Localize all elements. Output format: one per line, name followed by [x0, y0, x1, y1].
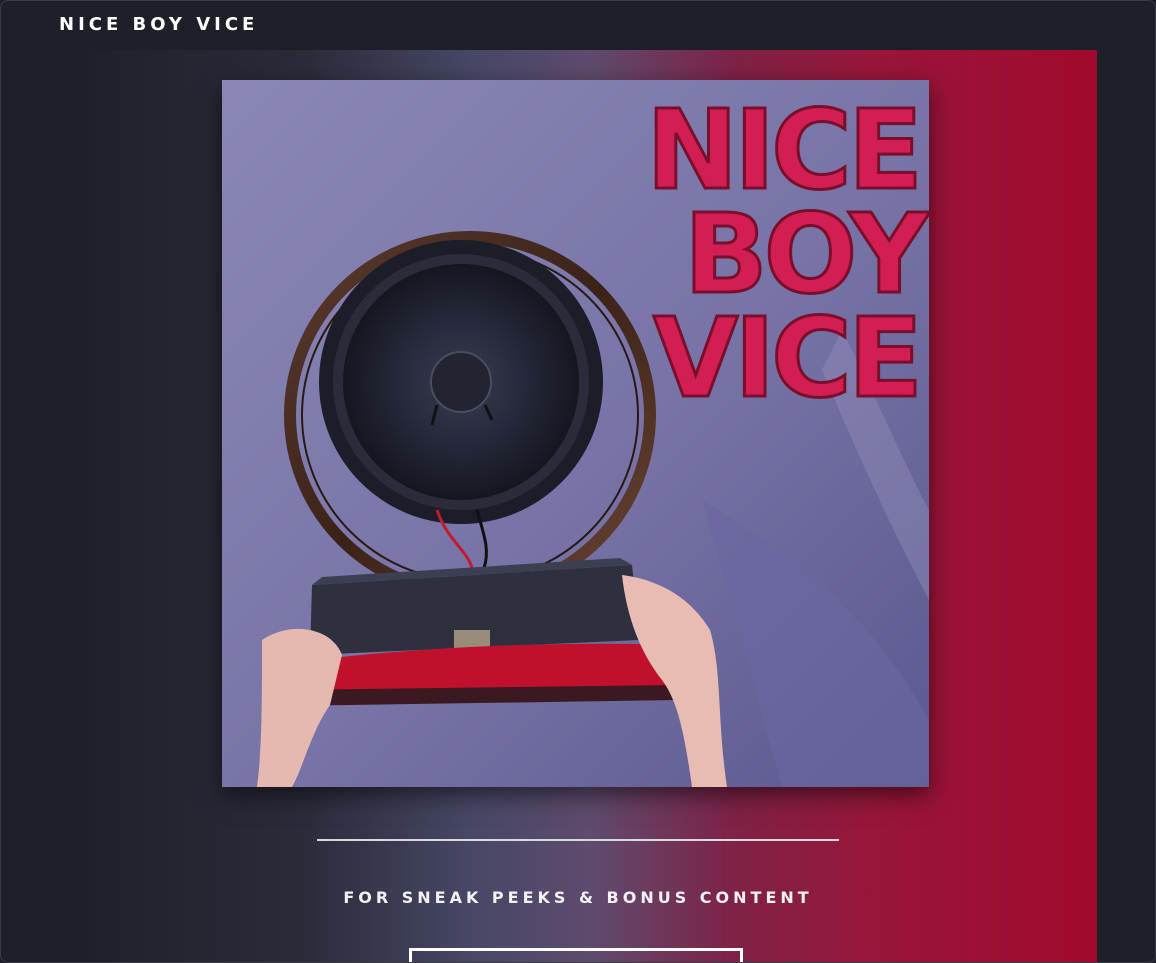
- cta-text: FOR SNEAK PEEKS & BONUS CONTENT: [343, 888, 813, 907]
- cover-title-line-3: VICE: [653, 294, 919, 422]
- divider: [317, 839, 839, 841]
- album-cover-art: NICE BOY VICE: [222, 80, 929, 787]
- album-cover: NICE BOY VICE: [222, 80, 929, 787]
- browser-window: NICE BOY VICE NICE BOY VICE FOR SNEAK PE…: [0, 0, 1156, 963]
- hero-section: NICE BOY VICE FOR SNEAK PEEKS & BONUS CO…: [85, 50, 1097, 962]
- signup-button[interactable]: [409, 948, 743, 962]
- site-title[interactable]: NICE BOY VICE: [59, 14, 258, 35]
